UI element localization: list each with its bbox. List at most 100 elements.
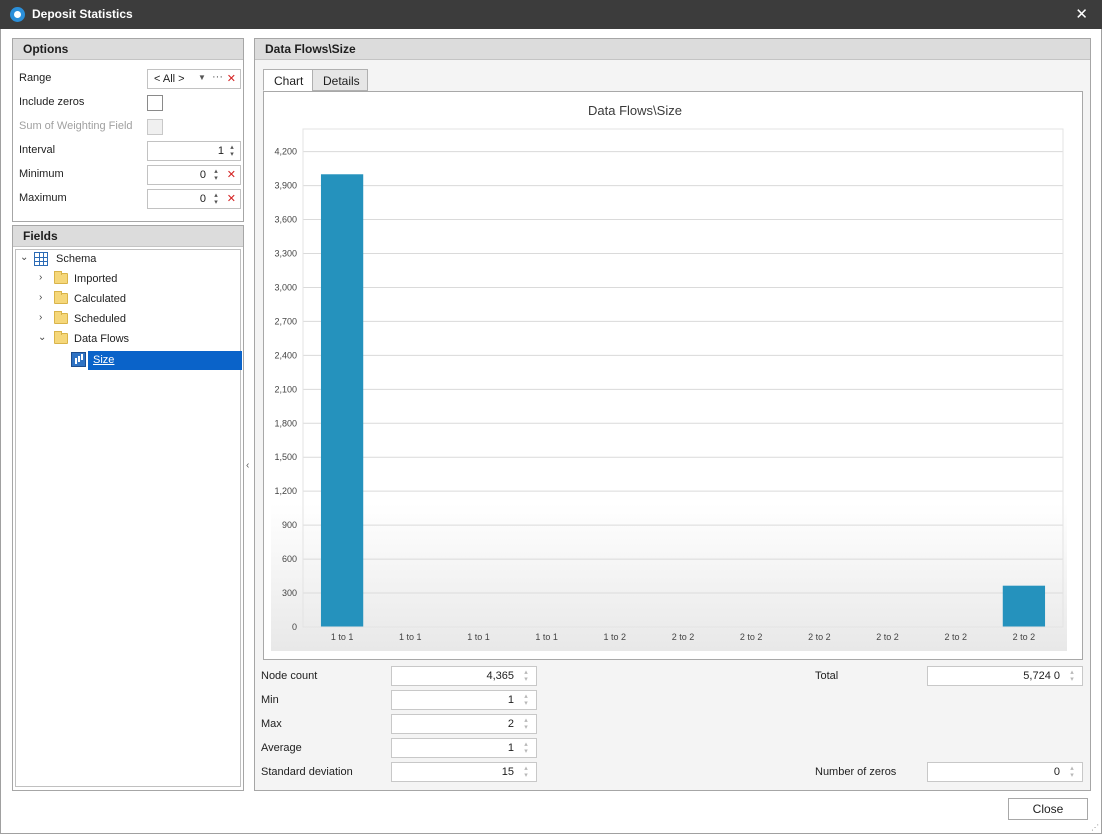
minimum-clear-icon[interactable]: ✕ [227, 168, 236, 181]
range-clear-icon[interactable]: ✕ [227, 72, 236, 85]
std-deviation-value: 15 [501, 766, 514, 778]
x-tick-label: 2 to 2 [944, 632, 967, 642]
x-tick-label: 1 to 1 [535, 632, 558, 642]
total-field: 5,724 0 ▴ ▾ [927, 666, 1083, 686]
spin-up-down-icon[interactable]: ▴ ▾ [228, 144, 236, 158]
y-tick-label: 0 [292, 622, 297, 632]
table-icon [34, 252, 48, 266]
spin-up-down-icon: ▴ ▾ [1070, 669, 1074, 683]
y-tick-label: 3,300 [274, 249, 297, 259]
folder-icon [54, 311, 68, 324]
fields-tree: ⌄ Schema › Imported › Calculated › Sched… [15, 249, 242, 787]
sum-weighting-row: Sum of Weighting Field [19, 117, 239, 137]
interval-label: Interval [19, 144, 56, 156]
range-row: Range < All > ▼ ··· ✕ [19, 69, 241, 89]
fields-group: Fields ⌄ Schema › Imported › Calculated … [12, 225, 244, 791]
min-value: 1 [507, 694, 514, 706]
y-tick-label: 3,900 [274, 181, 297, 191]
interval-spinner[interactable]: 1 ▴ ▾ [147, 141, 241, 161]
histogram-bar[interactable] [320, 174, 364, 627]
max-label: Max [261, 718, 282, 730]
panel-splitter[interactable]: ‹ [244, 38, 254, 790]
range-value: < All > [154, 73, 185, 85]
spin-up-down-icon: ▴ ▾ [524, 669, 528, 683]
chart-background [271, 125, 1067, 651]
x-tick-label: 1 to 1 [331, 632, 354, 642]
folder-icon [54, 271, 68, 284]
number-of-zeros-field: 0 ▴ ▾ [927, 762, 1083, 782]
total-value: 5,724 0 [1023, 670, 1060, 682]
ellipsis-icon[interactable]: ··· [212, 71, 223, 83]
y-tick-label: 3,000 [274, 282, 297, 292]
tree-label-calculated: Calculated [74, 293, 126, 305]
range-label: Range [19, 72, 52, 84]
chevron-down-icon[interactable]: ⌄ [20, 252, 30, 263]
tree-node-schema[interactable]: ⌄ Schema [16, 250, 240, 270]
number-of-zeros-value: 0 [1053, 766, 1060, 778]
dropdown-arrow-icon[interactable]: ▼ [198, 73, 206, 82]
tree-node-imported[interactable]: › Imported [16, 270, 240, 290]
number-of-zeros-label: Number of zeros [815, 766, 897, 778]
spin-up-down-icon[interactable]: ▴ ▾ [212, 168, 220, 182]
spin-up-down-icon: ▴ ▾ [524, 765, 528, 779]
y-tick-label: 2,700 [274, 316, 297, 326]
minimum-spinner[interactable]: 0 ▴ ▾ ✕ [147, 165, 241, 185]
app-logo-icon [10, 7, 25, 22]
tree-node-data-flows[interactable]: ⌄ Data Flows [16, 330, 240, 350]
spin-up-down-icon: ▴ ▾ [524, 717, 528, 731]
window-close-icon[interactable]: ✕ [1075, 5, 1088, 23]
chart-panel-header: Data Flows\Size [255, 39, 1090, 60]
sum-weighting-label: Sum of Weighting Field [19, 120, 133, 132]
chevron-right-icon[interactable]: › [39, 272, 49, 283]
min-label: Min [261, 694, 279, 706]
std-deviation-label: Standard deviation [261, 766, 353, 778]
chevron-down-icon[interactable]: ⌄ [38, 332, 48, 343]
y-tick-label: 900 [282, 520, 297, 530]
spin-up-down-icon: ▴ ▾ [524, 693, 528, 707]
y-tick-label: 1,800 [274, 418, 297, 428]
x-tick-label: 2 to 2 [1013, 632, 1036, 642]
average-field: 1 ▴ ▾ [391, 738, 537, 758]
maximum-spinner[interactable]: 0 ▴ ▾ ✕ [147, 189, 241, 209]
y-tick-label: 2,100 [274, 384, 297, 394]
tab-chart[interactable]: Chart [263, 69, 313, 91]
chevron-right-icon[interactable]: › [39, 312, 49, 323]
include-zeros-label: Include zeros [19, 96, 85, 108]
y-tick-label: 300 [282, 588, 297, 598]
resize-grip-icon[interactable]: ⋰ [1091, 823, 1099, 832]
tree-label-data-flows: Data Flows [74, 333, 130, 345]
range-select[interactable]: < All > ▼ ··· ✕ [147, 69, 241, 89]
x-tick-label: 2 to 2 [740, 632, 763, 642]
x-tick-label: 2 to 2 [808, 632, 831, 642]
tree-node-scheduled[interactable]: › Scheduled [16, 310, 240, 330]
node-count-value: 4,365 [486, 670, 514, 682]
tree-node-calculated[interactable]: › Calculated [16, 290, 240, 310]
window-title: Deposit Statistics [32, 7, 133, 21]
histogram-bar[interactable] [1002, 585, 1046, 627]
spin-up-down-icon[interactable]: ▴ ▾ [212, 192, 220, 206]
histogram-chart: Data Flows\Size 0 300 600 900 1,200 1,500 1,80… [271, 103, 1067, 651]
x-tick-label: 1 to 1 [399, 632, 422, 642]
x-tick-label: 1 to 2 [604, 632, 627, 642]
tab-details[interactable]: Details [312, 69, 368, 91]
spin-up-down-icon: ▴ ▾ [524, 741, 528, 755]
options-header: Options [13, 39, 243, 60]
maximum-clear-icon[interactable]: ✕ [227, 192, 236, 205]
include-zeros-checkbox[interactable] [147, 95, 163, 111]
std-deviation-field: 15 ▴ ▾ [391, 762, 537, 782]
y-tick-label: 4,200 [274, 147, 297, 157]
chart-title: Data Flows\Size [588, 103, 682, 118]
min-field: 1 ▴ ▾ [391, 690, 537, 710]
collapse-left-icon[interactable]: ‹ [246, 460, 249, 471]
average-label: Average [261, 742, 302, 754]
max-field: 2 ▴ ▾ [391, 714, 537, 734]
chevron-right-icon[interactable]: › [39, 292, 49, 303]
open-folder-icon [54, 331, 68, 344]
close-button[interactable]: Close [1008, 798, 1088, 820]
average-value: 1 [507, 742, 514, 754]
node-count-field: 4,365 ▴ ▾ [391, 666, 537, 686]
minimum-value: 0 [199, 169, 206, 181]
spin-up-down-icon: ▴ ▾ [1070, 765, 1074, 779]
fields-header: Fields [13, 226, 243, 247]
tree-node-size[interactable]: Size [16, 351, 242, 371]
